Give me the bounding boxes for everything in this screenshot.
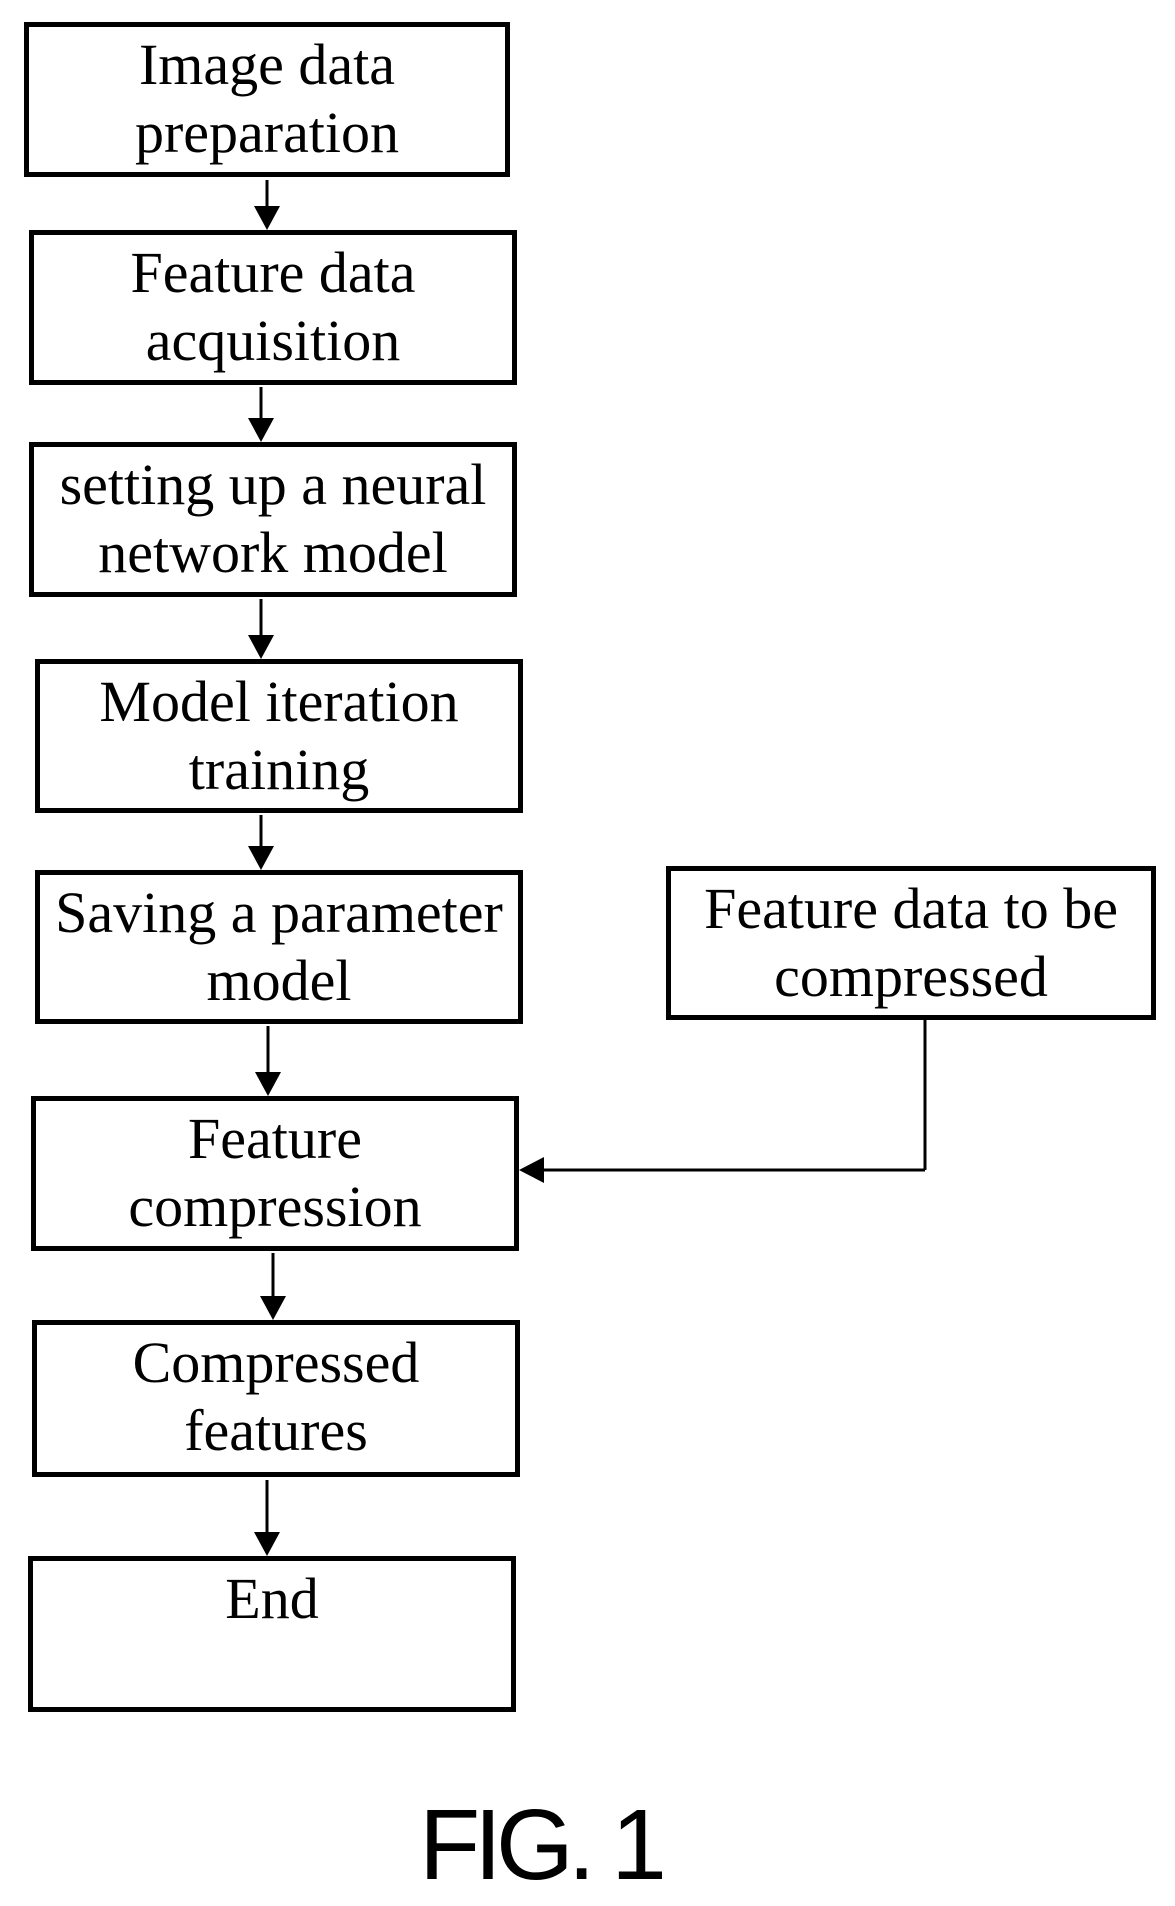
step-setting-up-neural-network-model: setting up a neural network model bbox=[29, 442, 517, 597]
input-label-line: Feature data to be bbox=[704, 876, 1118, 941]
step-label-line: model bbox=[206, 948, 352, 1013]
flowchart: Image data preparation Feature data acqu… bbox=[0, 0, 1175, 1906]
step-label-line: Feature data bbox=[130, 240, 416, 305]
arrow-down-icon bbox=[260, 1296, 286, 1320]
step-label-line: compression bbox=[128, 1174, 422, 1239]
arrow-down-icon bbox=[254, 206, 280, 230]
step-model-iteration-training: Model iteration training bbox=[35, 659, 523, 813]
step-label-line: features bbox=[184, 1398, 368, 1463]
step-label-line: Compressed bbox=[132, 1330, 420, 1395]
step-label-line: training bbox=[188, 737, 370, 802]
arrow-down-icon bbox=[248, 635, 274, 659]
arrow-left-icon bbox=[519, 1157, 544, 1183]
arrow-down-icon bbox=[254, 1532, 280, 1556]
step-label-line: setting up a neural bbox=[59, 452, 487, 517]
step-label-line: preparation bbox=[134, 100, 400, 165]
step-label-line: Feature bbox=[188, 1106, 362, 1171]
step-image-data-preparation: Image data preparation bbox=[24, 22, 510, 177]
step-label-line: Image data bbox=[138, 32, 395, 97]
step-label-line: Saving a parameter bbox=[55, 880, 503, 945]
step-end: End bbox=[28, 1556, 516, 1712]
step-label-line: Model iteration bbox=[99, 669, 459, 734]
step-compressed-features: Compressed features bbox=[32, 1320, 520, 1477]
arrow-down-icon bbox=[255, 1072, 281, 1096]
step-label-line: acquisition bbox=[145, 308, 401, 373]
input-label-line: compressed bbox=[774, 944, 1048, 1009]
step-saving-parameter-model: Saving a parameter model bbox=[35, 870, 523, 1024]
step-feature-data-acquisition: Feature data acquisition bbox=[29, 230, 517, 385]
arrow-down-icon bbox=[248, 418, 274, 442]
step-feature-compression: Feature compression bbox=[31, 1096, 519, 1251]
step-label-line: network model bbox=[98, 520, 448, 585]
arrow-down-icon bbox=[248, 846, 274, 870]
input-feature-data-to-be-compressed: Feature data to be compressed bbox=[666, 866, 1156, 1020]
step-label-line: End bbox=[225, 1566, 319, 1631]
figure-label: FIG. 1 bbox=[419, 1789, 667, 1901]
